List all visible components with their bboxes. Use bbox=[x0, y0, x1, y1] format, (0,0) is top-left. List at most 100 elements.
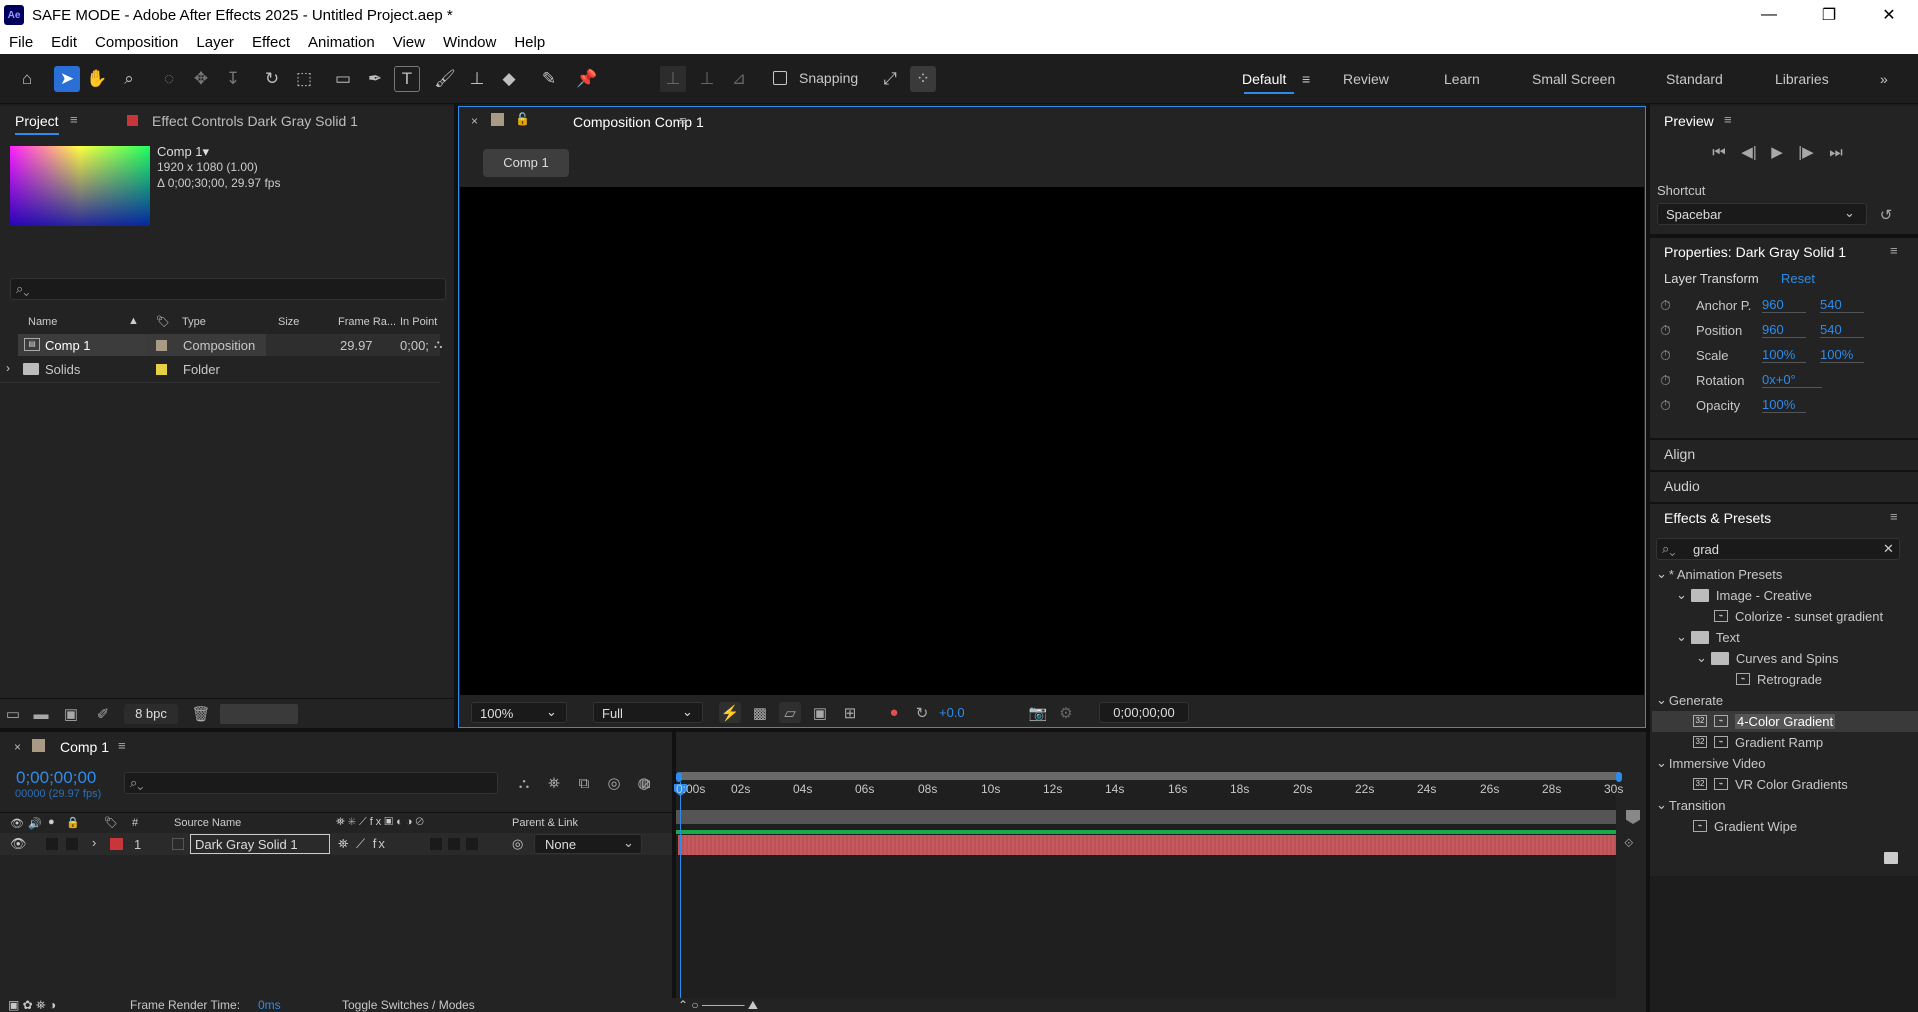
shortcut-dropdown[interactable]: Spacebar ⌄ bbox=[1657, 203, 1867, 225]
label-color-swatch[interactable] bbox=[156, 364, 167, 375]
color-channels-icon[interactable]: ● bbox=[883, 702, 905, 723]
clone-stamp-icon[interactable]: ⊥ bbox=[464, 66, 490, 92]
expand-layer-icon[interactable]: › bbox=[92, 835, 96, 850]
menu-window[interactable]: Window bbox=[434, 34, 505, 51]
current-time-display[interactable]: 0;00;00;00 bbox=[1099, 702, 1189, 723]
rectangle-tool-icon[interactable]: ▭ bbox=[330, 66, 356, 92]
next-frame-icon[interactable]: |▶ bbox=[1795, 142, 1817, 162]
3d-layer-switch[interactable] bbox=[466, 838, 478, 850]
prop-value[interactable]: 0x+0° bbox=[1762, 372, 1822, 388]
tree-gradient-wipe[interactable]: ⌁ Gradient Wipe bbox=[1693, 816, 1797, 836]
stopwatch-icon[interactable]: ⏱ bbox=[1660, 372, 1684, 389]
workspace-small-screen[interactable]: Small Screen bbox=[1532, 71, 1615, 87]
fast-previews-icon[interactable]: ⚡ bbox=[719, 702, 741, 723]
tree-retrograde[interactable]: ⌁ Retrograde bbox=[1736, 669, 1822, 689]
navigator-end-handle[interactable] bbox=[1616, 772, 1622, 782]
menu-composition[interactable]: Composition bbox=[86, 34, 187, 51]
pan-behind-tool-icon[interactable]: ⬚ bbox=[291, 66, 317, 92]
new-folder-icon[interactable]: ▬ bbox=[32, 705, 50, 723]
dolly-camera-icon[interactable]: ↧ bbox=[220, 66, 246, 92]
composition-viewer[interactable] bbox=[460, 187, 1644, 695]
snapping-checkbox[interactable] bbox=[773, 71, 787, 85]
bpc-button[interactable]: 8 bpc bbox=[124, 704, 178, 724]
eye-icon[interactable]: 👁 bbox=[10, 836, 27, 852]
previous-frame-icon[interactable]: ◀| bbox=[1738, 142, 1760, 162]
label-color-swatch[interactable] bbox=[156, 340, 167, 351]
eraser-tool-icon[interactable]: ◆ bbox=[496, 66, 522, 92]
pan-camera-icon[interactable]: ✥ bbox=[188, 66, 214, 92]
tree-image-creative[interactable]: ⌄ Image - Creative bbox=[1676, 585, 1812, 605]
selection-tool-icon[interactable]: ➤ bbox=[54, 66, 80, 92]
menu-edit[interactable]: Edit bbox=[42, 34, 86, 51]
pen-tool-icon[interactable]: ✒ bbox=[362, 66, 388, 92]
tree-curves-spins[interactable]: ⌄ Curves and Spins bbox=[1696, 648, 1839, 668]
reset-link[interactable]: Reset bbox=[1781, 271, 1815, 286]
sort-ascending-icon[interactable]: ▲ bbox=[128, 315, 139, 327]
timeline-tab[interactable]: Comp 1 bbox=[60, 739, 109, 755]
navigator-start-handle[interactable] bbox=[676, 772, 682, 782]
tab-effect-controls[interactable]: Effect Controls Dark Gray Solid 1 bbox=[152, 113, 358, 129]
stopwatch-icon[interactable]: ⏱ bbox=[1660, 322, 1684, 339]
grid-guides-icon[interactable]: ⊞ bbox=[839, 702, 861, 723]
comp-marker-bin-icon[interactable] bbox=[1626, 810, 1640, 824]
snap-features-icon[interactable]: ⁘ bbox=[910, 66, 936, 92]
composition-menu-icon[interactable]: ≡ bbox=[679, 113, 687, 128]
time-navigator[interactable] bbox=[678, 772, 1622, 780]
zoom-tool-icon[interactable]: ⌕ bbox=[116, 66, 142, 92]
tab-project[interactable]: Project bbox=[15, 113, 59, 129]
stopwatch-icon[interactable]: ⏱ bbox=[1660, 397, 1684, 414]
adjustment-layer-switch[interactable] bbox=[448, 838, 460, 850]
parent-link-header[interactable]: Parent & Link bbox=[512, 817, 578, 829]
roto-brush-icon[interactable]: ✎ bbox=[536, 66, 562, 92]
parent-dropdown[interactable]: None ⌄ bbox=[534, 834, 642, 854]
axis-local-icon[interactable]: ⊥ bbox=[660, 66, 686, 92]
menu-file[interactable]: File bbox=[0, 34, 42, 51]
workspace-menu-icon[interactable]: ≡ bbox=[1302, 71, 1310, 87]
prop-value-x[interactable]: 960 bbox=[1762, 322, 1806, 338]
tree-text[interactable]: ⌄ Text bbox=[1676, 627, 1740, 647]
effects-menu-icon[interactable]: ≡ bbox=[1890, 509, 1898, 524]
column-name[interactable]: Name bbox=[28, 316, 57, 328]
prop-value-x[interactable]: 100% bbox=[1762, 347, 1806, 363]
prop-value-x[interactable]: 960 bbox=[1762, 297, 1806, 313]
workspace-libraries[interactable]: Libraries bbox=[1775, 71, 1829, 87]
timeline-timecode[interactable]: 0;00;00;00 bbox=[16, 768, 96, 788]
tree-gradient-ramp[interactable]: 32 ⌁ Gradient Ramp bbox=[1693, 732, 1823, 752]
interpret-footage-icon[interactable]: ▭ bbox=[4, 705, 22, 723]
close-panel-icon[interactable]: × bbox=[471, 114, 478, 128]
type-tool-icon[interactable]: T bbox=[394, 66, 420, 92]
play-icon[interactable]: ▶ bbox=[1766, 142, 1788, 162]
comp-mini-flowchart-icon[interactable]: ⛬ bbox=[514, 774, 534, 792]
layer-label-color[interactable] bbox=[110, 838, 123, 850]
minimize-button[interactable]: — bbox=[1746, 0, 1792, 30]
new-composition-icon[interactable]: ▣ bbox=[62, 705, 80, 723]
column-size[interactable]: Size bbox=[278, 316, 299, 328]
menu-animation[interactable]: Animation bbox=[299, 34, 384, 51]
solo-checkbox[interactable] bbox=[46, 838, 58, 850]
pick-whip-icon[interactable]: ◎ bbox=[512, 836, 523, 852]
resolution-dropdown[interactable]: Full ⌄ bbox=[593, 702, 703, 723]
transparency-grid-icon[interactable]: ▩ bbox=[749, 702, 771, 723]
delete-icon[interactable]: 🗑 bbox=[191, 705, 210, 723]
lock-toggle-icon[interactable]: 🔒 bbox=[66, 816, 80, 829]
source-name-header[interactable]: Source Name bbox=[174, 817, 241, 829]
preview-menu-icon[interactable]: ≡ bbox=[1724, 112, 1732, 127]
mask-visibility-icon[interactable]: ▱ bbox=[779, 702, 801, 723]
axis-view-icon[interactable]: ⊿ bbox=[726, 66, 752, 92]
workspace-standard[interactable]: Standard bbox=[1666, 71, 1723, 87]
footer-toggle-icons[interactable]: ▣ ✿ ⛯ ◑ bbox=[8, 998, 56, 1012]
axis-world-icon[interactable]: ⊥ bbox=[694, 66, 720, 92]
tree-vr-color-gradients[interactable]: 32 ⌁ VR Color Gradients bbox=[1693, 774, 1848, 794]
lock-checkbox[interactable] bbox=[66, 838, 78, 850]
show-snapshot-icon[interactable]: ⚙ bbox=[1055, 702, 1077, 723]
reset-shortcut-icon[interactable]: ↺ bbox=[1876, 205, 1896, 225]
hand-tool-icon[interactable]: ✋ bbox=[84, 66, 110, 92]
clear-search-icon[interactable]: ✕ bbox=[1883, 541, 1894, 557]
close-timeline-icon[interactable]: × bbox=[14, 740, 21, 754]
preview-comp-name[interactable]: Comp 1▾ bbox=[157, 144, 209, 160]
brush-tool-icon[interactable]: 🖌 bbox=[432, 66, 458, 92]
timeline-menu-icon[interactable]: ≡ bbox=[118, 738, 126, 753]
last-frame-icon[interactable]: ⏭ bbox=[1825, 142, 1847, 162]
prop-value-y[interactable]: 540 bbox=[1820, 297, 1864, 313]
properties-menu-icon[interactable]: ≡ bbox=[1890, 243, 1898, 258]
